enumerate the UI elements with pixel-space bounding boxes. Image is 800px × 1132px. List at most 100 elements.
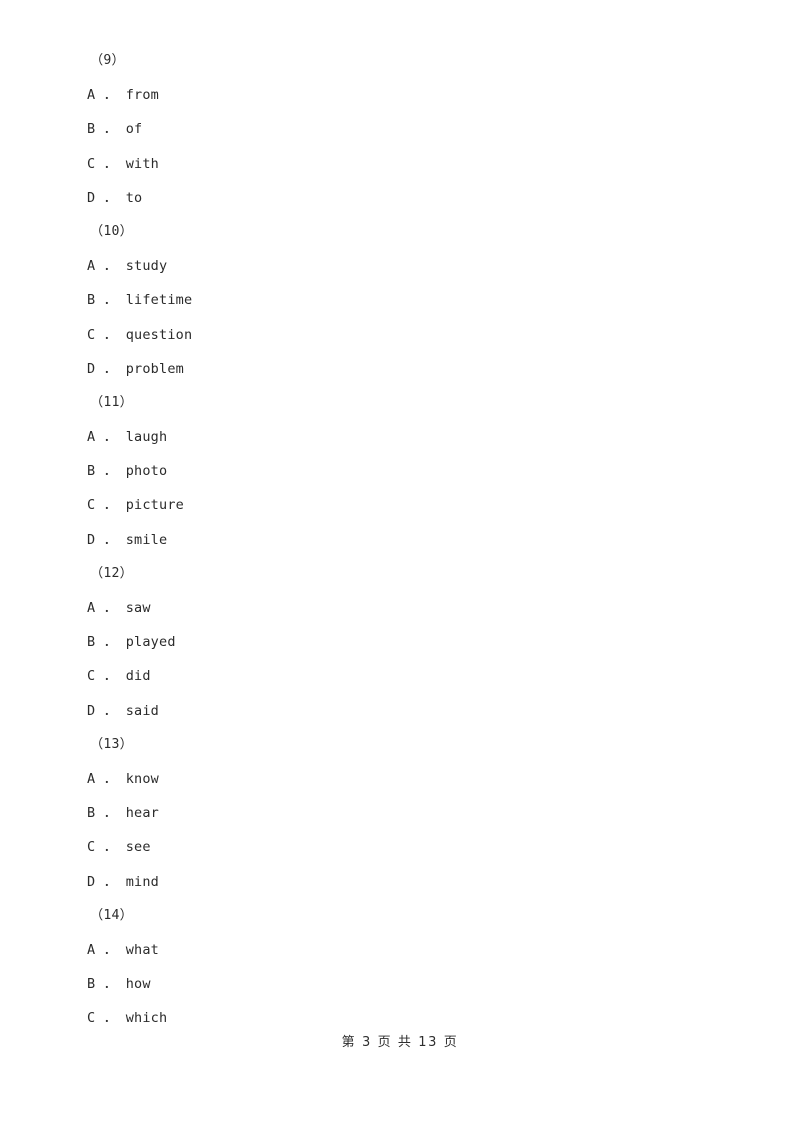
option-separator: ． [103,941,118,958]
option-text: see [125,839,151,856]
question-option[interactable]: A ． study [0,249,800,283]
option-text: what [125,941,159,958]
option-letter: D [87,873,96,890]
option-separator: ． [103,634,118,651]
option-text: hear [125,805,159,822]
question-number: （14） [90,907,134,923]
option-separator: ． [103,360,118,377]
option-letter: A [87,429,96,446]
question-option[interactable]: B ． hear [0,796,800,830]
option-letter: B [87,805,96,822]
question-option[interactable]: A ． from [0,78,800,112]
option-letter: B [87,121,96,138]
option-text: photo [125,463,168,480]
question-block: （11） A ． laugh B ． photo C ． picture D ． smi… [0,386,800,557]
option-separator: ． [103,839,118,856]
question-option[interactable]: C ． with [0,147,800,181]
option-separator: ． [103,531,118,548]
option-text: lifetime [125,292,193,309]
option-separator: ． [103,326,118,343]
option-text: of [125,121,143,138]
option-text: to [125,189,143,206]
question-block: （10） A ． study B ． lifetime C ． question D ．… [0,215,800,386]
question-option[interactable]: A ． laugh [0,420,800,454]
option-letter: D [87,360,96,377]
question-option[interactable]: B ． photo [0,454,800,488]
question-option[interactable]: C ． which [0,1001,800,1035]
option-separator: ． [103,668,118,685]
option-letter: B [87,292,96,309]
option-letter: C [87,668,96,685]
option-separator: ． [103,1010,118,1027]
question-number: （13） [90,736,134,752]
option-letter: A [87,600,96,616]
question-number: （10） [90,223,134,239]
question-option[interactable]: A ． know [0,762,800,796]
question-option[interactable]: D ． smile [0,523,800,557]
option-text: did [125,668,151,685]
option-letter: C [87,839,96,856]
option-separator: ． [103,463,118,480]
question-option[interactable]: B ． played [0,625,800,659]
question-option[interactable]: D ． mind [0,865,800,899]
option-letter: D [87,189,96,206]
option-separator: ． [103,805,118,822]
option-separator: ． [103,121,118,138]
option-letter: C [87,326,96,343]
option-separator: ． [103,873,118,890]
option-separator: ． [103,189,118,206]
option-text: smile [125,531,168,548]
option-separator: ． [103,258,118,275]
option-letter: A [87,941,96,958]
option-letter: C [87,497,96,514]
option-separator: ． [103,702,118,719]
question-option[interactable]: C ． question [0,318,800,352]
option-separator: ． [103,87,118,104]
question-option[interactable]: B ． of [0,112,800,146]
option-letter: B [87,976,96,993]
question-list: （9） A ． from B ． of C ． with D ． to （10） A ． s… [0,0,800,1035]
option-text: said [125,702,159,719]
option-text: saw [125,600,151,616]
question-number: （11） [90,394,134,410]
question-option[interactable]: A ． saw [0,591,800,625]
option-separator: ． [103,600,118,616]
option-text: know [125,770,159,787]
question-option[interactable]: C ． did [0,659,800,693]
option-separator: ． [103,976,118,993]
document-page: （9） A ． from B ． of C ． with D ． to （10） A ． s… [0,0,800,1132]
option-text: problem [125,360,184,377]
option-separator: ． [103,429,118,446]
question-option[interactable]: C ． picture [0,488,800,522]
option-letter: C [87,155,96,172]
question-option[interactable]: B ． how [0,967,800,1001]
question-option[interactable]: D ． said [0,694,800,728]
option-text: with [125,155,159,172]
option-letter: A [87,258,96,275]
option-letter: D [87,702,96,719]
option-text: question [125,326,193,343]
option-separator: ． [103,770,118,787]
option-text: picture [125,497,184,514]
question-option[interactable]: B ． lifetime [0,283,800,317]
option-text: laugh [125,429,168,446]
option-separator: ． [103,155,118,172]
option-text: mind [125,873,159,890]
question-option[interactable]: A ． what [0,933,800,967]
option-separator: ． [103,497,118,514]
question-number: （12） [90,565,134,581]
option-letter: A [87,770,96,787]
option-text: how [125,976,151,993]
option-text: which [125,1010,168,1027]
question-number: （9） [90,53,125,68]
question-option[interactable]: D ． problem [0,352,800,386]
question-option[interactable]: D ． to [0,181,800,215]
option-text: study [125,258,168,275]
option-letter: B [87,463,96,480]
question-option[interactable]: C ． see [0,830,800,864]
option-text: played [125,634,176,651]
option-letter: B [87,634,96,651]
question-block: （9） A ． from B ． of C ． with D ． to [0,44,800,215]
option-letter: A [87,87,96,104]
option-letter: D [87,531,96,548]
